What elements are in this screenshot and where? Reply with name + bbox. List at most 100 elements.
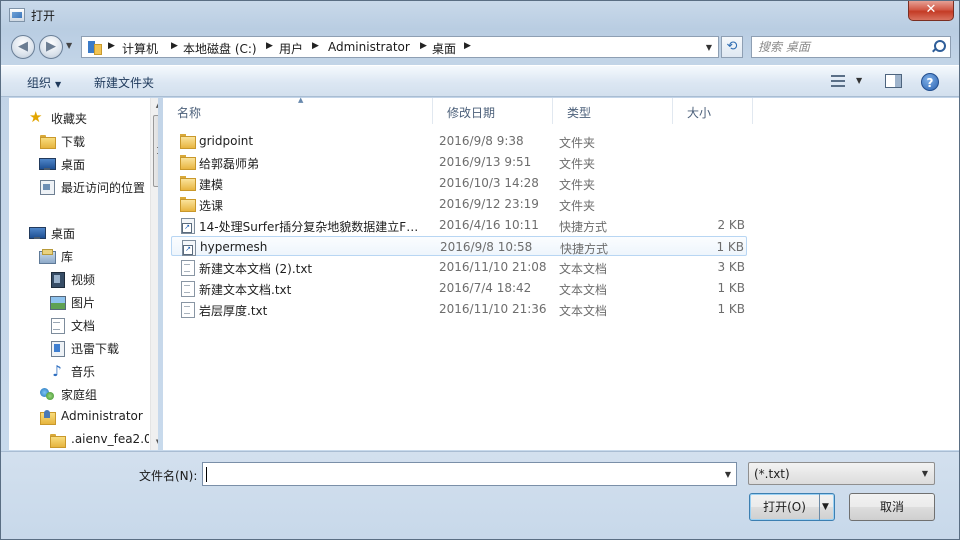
help-icon[interactable]: ? — [921, 73, 939, 91]
filename-input[interactable] — [207, 466, 707, 482]
sidebar-item-documents[interactable]: 文档 — [49, 315, 149, 335]
filename-combobox[interactable]: ▼ — [202, 462, 737, 486]
folder-icon — [179, 155, 196, 170]
file-modified: 2016/9/13 9:51 — [439, 155, 532, 169]
view-options-dropdown-icon[interactable]: ▼ — [856, 76, 862, 85]
sidebar-item-label: 迅雷下载 — [71, 342, 120, 356]
folder-icon — [179, 176, 196, 191]
file-type-filter[interactable]: (*.txt) ▼ — [748, 462, 935, 485]
sidebar-item-label: 最近访问的位置 — [61, 181, 146, 195]
open-button[interactable]: 打开(O) ▼ — [749, 493, 835, 521]
scrollbar-thumb[interactable] — [153, 115, 158, 187]
column-header-modified[interactable]: 修改日期 — [433, 98, 553, 124]
address-bar[interactable]: ▶ 计算机 ▶ 本地磁盘 (C:) ▶ 用户 ▶ Administrator ▶… — [81, 36, 719, 58]
sidebar-item-videos[interactable]: 视频 — [49, 269, 149, 289]
file-row[interactable]: 新建文本文档 (2).txt 2016/11/10 21:08 文本文档 3 K… — [171, 257, 747, 277]
xunlei-icon — [49, 341, 65, 357]
shortcut-icon — [180, 240, 196, 256]
address-dropdown-icon[interactable]: ▼ — [706, 43, 712, 52]
breadcrumb-separator-icon[interactable]: ▶ — [171, 41, 178, 51]
breadcrumb-separator-icon[interactable]: ▶ — [312, 41, 319, 51]
close-button[interactable]: ✕ — [908, 1, 954, 21]
sidebar-item-administrator[interactable]: Administrator — [39, 407, 149, 427]
preview-pane-icon[interactable] — [885, 74, 902, 88]
breadcrumb-separator-icon[interactable]: ▶ — [464, 41, 471, 51]
back-arrow-icon[interactable]: ◀ — [11, 35, 35, 59]
sidebar-item-downloads[interactable]: 下载 — [39, 131, 149, 151]
refresh-icon[interactable]: ⟲ — [721, 36, 743, 58]
view-details-icon[interactable] — [831, 75, 845, 87]
file-row[interactable]: 新建文本文档.txt 2016/7/4 18:42 文本文档 1 KB — [171, 278, 747, 298]
breadcrumb-separator-icon[interactable]: ▶ — [266, 41, 273, 51]
sidebar-item-label: 下载 — [61, 135, 86, 149]
sidebar-item-xunlei-downloads[interactable]: 迅雷下载 — [49, 338, 149, 358]
file-modified: 2016/7/4 18:42 — [439, 281, 532, 295]
file-type: 文本文档 — [559, 304, 608, 318]
file-name: gridpoint — [199, 134, 254, 148]
breadcrumb-separator-icon[interactable]: ▶ — [108, 41, 115, 51]
organize-button[interactable]: 组织 ▼ — [27, 74, 61, 91]
file-row[interactable]: 选课 2016/9/12 23:19 文件夹 — [171, 194, 747, 214]
grip-icon — [157, 147, 158, 154]
sidebar-item-libraries[interactable]: 库 — [39, 246, 149, 266]
desktop-icon — [29, 226, 46, 240]
breadcrumb-users[interactable]: 用户 — [279, 40, 303, 57]
shortcut-icon — [179, 218, 195, 234]
column-header-label: 类型 — [567, 106, 592, 120]
new-folder-button[interactable]: 新建文件夹 — [94, 74, 154, 91]
recent-places-icon — [39, 180, 55, 195]
sidebar-item-label: 收藏夹 — [51, 112, 88, 126]
sidebar-item-desktop-favorite[interactable]: 桌面 — [39, 154, 149, 174]
open-button-label: 打开(O) — [763, 500, 806, 514]
file-row[interactable]: 建模 2016/10/3 14:28 文件夹 — [171, 173, 747, 193]
sidebar-item-label: .aienv_fea2.0 — [71, 432, 149, 446]
file-size: 3 KB — [717, 260, 745, 274]
forward-arrow-icon[interactable]: ▶ — [39, 35, 63, 59]
picture-icon — [49, 295, 66, 310]
cancel-button[interactable]: 取消 — [849, 493, 935, 521]
search-input[interactable] — [758, 39, 928, 55]
text-file-icon — [179, 281, 195, 297]
recent-pages-dropdown-icon[interactable]: ▼ — [66, 41, 72, 50]
sidebar-item-desktop[interactable]: 桌面 — [29, 223, 149, 243]
file-row[interactable]: 给郭磊师弟 2016/9/13 9:51 文件夹 — [171, 152, 747, 172]
file-modified: 2016/11/10 21:08 — [439, 260, 547, 274]
file-list: 名称 ▲ 修改日期 类型 大小 gridpoint 2016/9/8 9:38 … — [163, 96, 959, 450]
file-row[interactable]: hypermesh 2016/9/8 10:58 快捷方式 1 KB — [171, 236, 747, 256]
file-row[interactable]: 岩层厚度.txt 2016/11/10 21:36 文本文档 1 KB — [171, 299, 747, 319]
column-header-name[interactable]: 名称 ▲ — [163, 96, 433, 124]
search-box[interactable] — [751, 36, 951, 58]
column-header-size[interactable]: 大小 — [673, 98, 753, 124]
column-header-type[interactable]: 类型 — [553, 98, 673, 124]
chevron-down-icon[interactable]: ▼ — [725, 470, 731, 479]
sort-ascending-icon: ▲ — [298, 96, 304, 104]
breadcrumb-administrator[interactable]: Administrator — [328, 40, 410, 54]
open-options-dropdown-icon[interactable]: ▼ — [822, 494, 829, 520]
file-type: 文件夹 — [559, 157, 596, 171]
sidebar-item-label: 桌面 — [61, 158, 86, 172]
sidebar-item-aienv[interactable]: .aienv_fea2.0 — [49, 430, 149, 450]
sidebar-item-favorites[interactable]: ★ 收藏夹 — [29, 108, 149, 128]
sidebar-item-pictures[interactable]: 图片 — [49, 292, 149, 312]
search-icon[interactable] — [931, 40, 946, 54]
navigation-scrollbar[interactable]: ▲ ▼ — [150, 98, 158, 450]
open-file-dialog: 打开 ✕ ◀ ▶ ▼ ▶ 计算机 ▶ 本地磁盘 (C:) ▶ 用户 ▶ Admi… — [0, 0, 960, 540]
folder-icon — [179, 197, 196, 212]
file-type: 快捷方式 — [560, 242, 609, 256]
file-row[interactable]: 14-处理Surfer插分复杂地貌数据建立FL... 2016/4/16 10:… — [171, 215, 747, 235]
scroll-up-icon[interactable]: ▲ — [151, 98, 158, 113]
sidebar-item-label: 桌面 — [51, 227, 76, 241]
file-row[interactable]: gridpoint 2016/9/8 9:38 文件夹 — [171, 131, 747, 151]
sidebar-item-music[interactable]: ♪ 音乐 — [49, 361, 149, 381]
star-icon: ★ — [29, 108, 43, 126]
scroll-down-icon[interactable]: ▼ — [151, 435, 158, 450]
breadcrumb-separator-icon[interactable]: ▶ — [420, 41, 427, 51]
breadcrumb-desktop[interactable]: 桌面 — [432, 40, 456, 57]
breadcrumb-local-disk[interactable]: 本地磁盘 (C:) — [183, 40, 257, 57]
text-file-icon — [179, 302, 195, 318]
sidebar-item-homegroup[interactable]: 家庭组 — [39, 384, 149, 404]
sidebar-item-recent-places[interactable]: 最近访问的位置 — [39, 177, 149, 197]
breadcrumb-computer[interactable]: 计算机 — [122, 40, 158, 57]
file-type: 文件夹 — [559, 199, 596, 213]
title-bar: 打开 ✕ — [1, 1, 959, 29]
